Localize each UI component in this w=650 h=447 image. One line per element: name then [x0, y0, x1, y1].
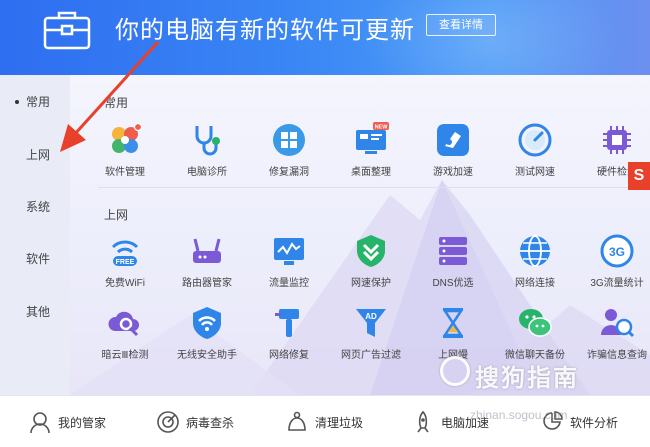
- tool-speed-protect[interactable]: 网速保护: [330, 233, 412, 289]
- globe-icon: [520, 235, 550, 267]
- watermark-text: 搜狗指南: [475, 365, 579, 392]
- tool-cloud-scan[interactable]: 暗云Ⅲ检测: [84, 305, 166, 361]
- router-icon: [193, 238, 221, 263]
- view-details-button[interactable]: 查看详情: [426, 14, 496, 36]
- tool-label: DNS优选: [432, 278, 474, 289]
- watermark-url: zhinan.sogou.com: [470, 408, 568, 422]
- tool-3g-traffic[interactable]: 3G 3G流量统计: [576, 233, 650, 289]
- tool-label: 网络修复: [269, 350, 309, 361]
- game-boost-icon: [437, 124, 469, 156]
- sidebar-item-internet[interactable]: 上网: [0, 140, 70, 170]
- tool-software-manager[interactable]: 软件管理: [84, 122, 166, 178]
- svg-text:3G: 3G: [609, 245, 625, 259]
- tool-label: 修复漏洞: [269, 167, 309, 178]
- banner-title: 你的电脑有新的软件可更新: [115, 17, 415, 44]
- svg-text:AD: AD: [365, 312, 377, 321]
- rocket-icon: [417, 410, 429, 433]
- toolbox-icon: [43, 11, 91, 50]
- windows-repair-icon: [273, 124, 305, 156]
- section-divider: [98, 187, 650, 188]
- tool-label: 桌面整理: [351, 167, 391, 178]
- tool-free-wifi[interactable]: FREE 免费WiFi: [84, 233, 166, 289]
- tool-fraud-query[interactable]: 诈骗信息查询: [576, 305, 650, 361]
- chip-icon: [603, 126, 631, 154]
- ad-filter-icon: AD: [356, 309, 386, 337]
- watermark-logo-icon: [440, 356, 470, 386]
- tool-slow-internet[interactable]: 上网慢: [412, 305, 494, 361]
- tool-label: 暗云Ⅲ检测: [101, 350, 149, 361]
- tool-ad-filter[interactable]: AD 网页广告过滤: [330, 305, 412, 361]
- 3g-icon: 3G: [600, 234, 634, 268]
- dns-server-icon: [439, 237, 467, 265]
- tool-fix-vulnerabilities[interactable]: 修复漏洞: [248, 122, 330, 178]
- tool-pc-clinic[interactable]: 电脑诊所: [166, 122, 248, 178]
- tool-router-manager[interactable]: 路由器管家: [166, 233, 248, 289]
- sidebar-item-software[interactable]: 软件: [0, 244, 70, 274]
- tool-label: 网速保护: [351, 278, 391, 289]
- virus-scan-icon: [157, 411, 179, 433]
- svg-text:FREE: FREE: [116, 259, 135, 266]
- tool-dns-optimize[interactable]: DNS优选: [412, 233, 494, 289]
- sidebar-item-system[interactable]: 系统: [0, 192, 70, 222]
- tool-label: 诈骗信息查询: [587, 350, 647, 361]
- tool-desktop-organizer[interactable]: NEW 桌面整理: [330, 122, 412, 178]
- trash-clean-icon: [288, 411, 306, 431]
- tool-network-repair[interactable]: 网络修复: [248, 305, 330, 361]
- tool-label: 流量监控: [269, 278, 309, 289]
- flower-icon: [112, 122, 143, 153]
- wifi-shield-icon: [193, 307, 221, 339]
- tool-speed-test[interactable]: 测试网速: [494, 122, 576, 178]
- network-repair-icon: [275, 309, 299, 337]
- svg-text:NEW: NEW: [375, 124, 389, 130]
- wechat-icon: [519, 309, 552, 337]
- section-label-common: 常用: [104, 96, 129, 110]
- sidebar-item-common[interactable]: 常用: [0, 87, 70, 117]
- tool-label: 3G流量统计: [590, 278, 644, 289]
- sidebar: 常用 上网 系统 软件 其他: [0, 75, 70, 395]
- speedometer-icon: [518, 123, 552, 157]
- hourglass-icon: [442, 308, 464, 338]
- cloud-scan-icon: [108, 311, 139, 337]
- tool-wechat-backup[interactable]: 微信聊天备份: [494, 305, 576, 361]
- tool-label: 无线安全助手: [177, 350, 237, 361]
- sogou-side-badge[interactable]: S: [628, 162, 650, 190]
- update-banner: 你的电脑有新的软件可更新 查看详情: [0, 0, 650, 75]
- traffic-monitor-icon: [274, 238, 304, 265]
- bottom-item-label: 清理垃圾: [315, 416, 364, 430]
- bottom-item-label: 软件分析: [570, 416, 619, 430]
- bottom-item-label: 病毒查杀: [186, 416, 235, 430]
- tool-label: 免费WiFi: [105, 278, 145, 289]
- shield-speed-icon: [357, 235, 385, 267]
- tool-label: 网络连接: [515, 278, 555, 289]
- main-panel: 常用 上网 系统 软件 其他 常用 软件管理 电脑诊所 修复漏洞 NEW 桌面整…: [0, 75, 650, 395]
- tool-network-connection[interactable]: 网络连接: [494, 233, 576, 289]
- tool-label: 路由器管家: [182, 278, 232, 289]
- tool-label: 测试网速: [515, 167, 555, 178]
- bottom-item-label: 我的管家: [58, 416, 107, 430]
- fraud-search-icon: [601, 309, 635, 338]
- desktop-icon: NEW: [356, 122, 389, 154]
- tool-label: 游戏加速: [433, 167, 473, 178]
- section-label-internet: 上网: [104, 208, 129, 222]
- tool-wireless-security[interactable]: 无线安全助手: [166, 305, 248, 361]
- wifi-free-icon: FREE: [111, 240, 139, 266]
- butler-icon: [30, 412, 50, 434]
- tool-game-boost[interactable]: 游戏加速: [412, 122, 494, 178]
- tool-traffic-monitor[interactable]: 流量监控: [248, 233, 330, 289]
- tool-label: 软件管理: [105, 167, 145, 178]
- sidebar-item-other[interactable]: 其他: [0, 297, 70, 327]
- stethoscope-icon: [195, 126, 220, 156]
- tool-label: 网页广告过滤: [341, 350, 401, 361]
- tool-label: 电脑诊所: [187, 167, 227, 178]
